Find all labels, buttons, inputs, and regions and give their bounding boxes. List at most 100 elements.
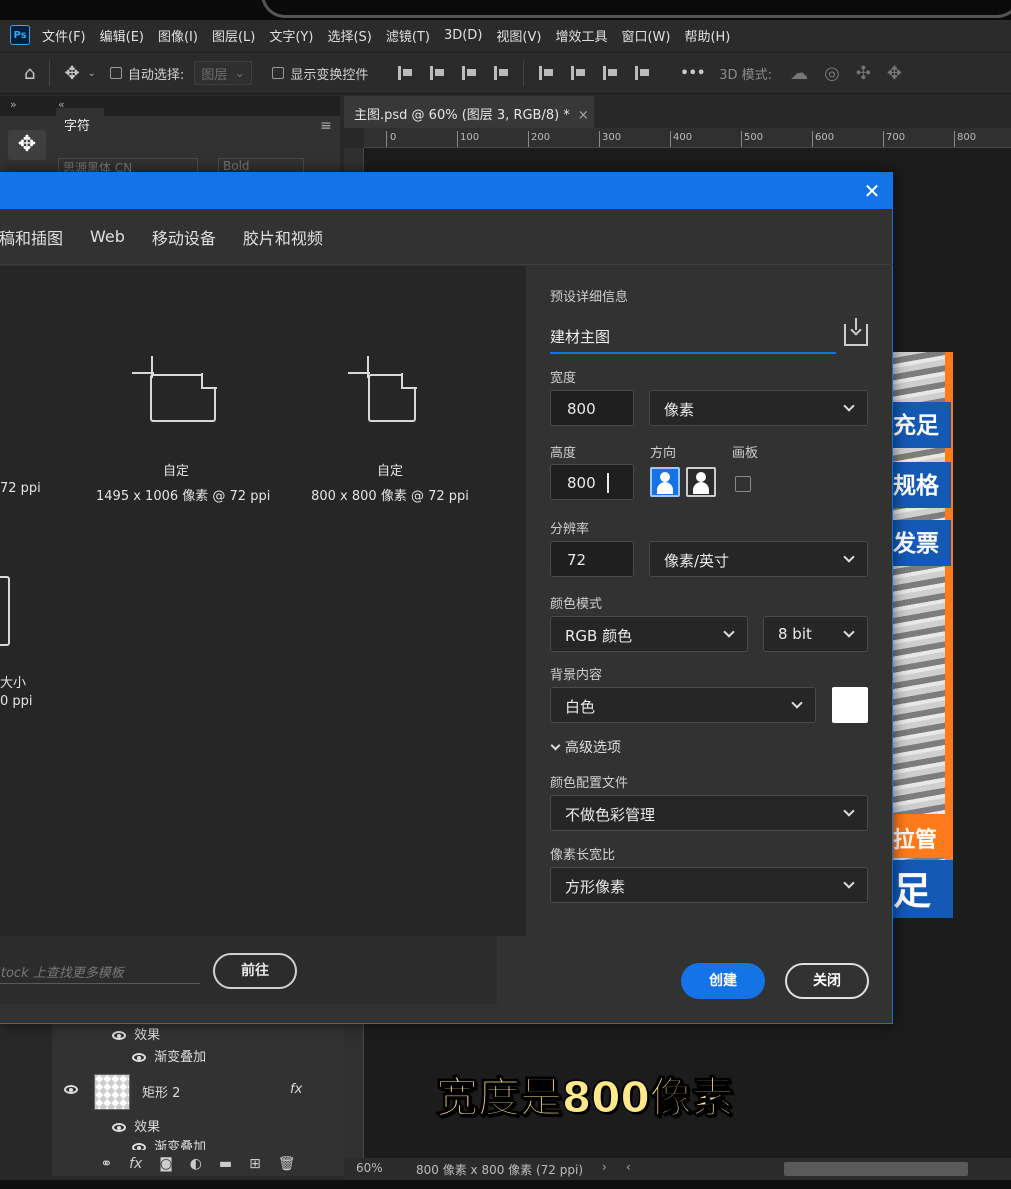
link-icon[interactable]: ⚭ <box>100 1156 112 1172</box>
layer-effects-row[interactable]: 效果 <box>112 1024 404 1043</box>
width-input[interactable]: 800 <box>550 390 634 426</box>
layer-effect-row[interactable]: 渐变叠加 <box>132 1046 424 1065</box>
tab-film-video[interactable]: 胶片和视频 <box>243 225 323 249</box>
menu-edit[interactable]: 编辑(E) <box>100 26 144 45</box>
panel-menu-icon[interactable]: ≡ <box>320 118 332 134</box>
background-color-swatch[interactable] <box>832 687 868 723</box>
menu-3d[interactable]: 3D(D) <box>444 28 482 43</box>
color-profile-label: 颜色配置文件 <box>550 776 629 791</box>
goto-button[interactable]: 前往 <box>213 953 297 989</box>
photoshop-window: Ps 文件(F) 编辑(E) 图像(I) 图层(L) 文字(Y) 选择(S) 滤… <box>0 0 1011 1189</box>
eye-icon[interactable] <box>64 1085 78 1094</box>
adjustment-icon[interactable]: ◐ <box>190 1156 202 1172</box>
align-center-h-icon[interactable] <box>430 66 445 80</box>
chevron-down-icon <box>550 740 561 751</box>
new-layer-icon[interactable]: ⊞ <box>249 1156 261 1172</box>
horizontal-scrollbar[interactable] <box>784 1162 968 1176</box>
distribute-icon[interactable] <box>494 66 509 80</box>
folder-icon[interactable]: ▬ <box>219 1156 232 1172</box>
artboard-checkbox[interactable] <box>735 476 751 492</box>
save-preset-icon[interactable] <box>844 318 868 346</box>
distribute-v-icon[interactable] <box>635 66 650 80</box>
3d-pan-icon[interactable]: ✣ <box>856 63 871 84</box>
zoom-level[interactable]: 60% <box>356 1161 383 1175</box>
preset-card[interactable]: 自定 800 x 800 像素 @ 72 ppi <box>310 356 470 504</box>
3d-orbit-icon[interactable]: ☁ <box>790 63 808 84</box>
width-unit-select[interactable]: 像素 <box>649 390 868 426</box>
preset-name-partial: 大小 <box>0 676 27 691</box>
eye-icon[interactable] <box>132 1053 146 1062</box>
stock-search-input[interactable]: 在 Adobe Stock 上查找更多模板 <box>0 956 200 984</box>
collapse-left-icon[interactable]: » <box>10 98 17 111</box>
menu-view[interactable]: 视图(V) <box>496 26 541 45</box>
align-bottom-icon[interactable] <box>603 66 618 80</box>
home-icon[interactable]: ⌂ <box>24 63 35 84</box>
banner-tag: 规格 <box>893 462 951 508</box>
tab-web[interactable]: Web <box>90 227 125 246</box>
close-button[interactable]: 关闭 <box>785 963 869 999</box>
ruler-label: 200 <box>531 132 551 143</box>
menu-image[interactable]: 图像(I) <box>158 26 198 45</box>
tab-character[interactable]: 字符 <box>56 108 104 138</box>
preset-name-input[interactable]: 建材主图 <box>550 318 836 354</box>
bit-depth-select[interactable]: 8 bit <box>763 616 868 652</box>
chevron-down-icon[interactable]: ⌄ <box>88 68 96 79</box>
pixel-aspect-select[interactable]: 方形像素 <box>550 867 868 903</box>
banner-tag: 足 <box>893 860 953 918</box>
resolution-unit-select[interactable]: 像素/英寸 <box>649 541 868 577</box>
create-button[interactable]: 创建 <box>681 963 765 999</box>
menu-layer[interactable]: 图层(L) <box>212 26 255 45</box>
preset-card[interactable]: 自定 1495 x 1006 像素 @ 72 ppi <box>96 356 270 504</box>
preset-size-partial: 72 ppi <box>0 481 41 496</box>
eye-icon[interactable] <box>112 1031 126 1040</box>
fx-icon[interactable]: fx <box>129 1156 142 1172</box>
eye-icon[interactable] <box>112 1123 126 1132</box>
menu-filter[interactable]: 滤镜(T) <box>386 26 430 45</box>
more-options-icon[interactable]: ••• <box>680 66 705 81</box>
tab-art-illustration[interactable]: 图稿和插图 <box>0 225 63 249</box>
mask-icon[interactable]: ◙ <box>159 1156 173 1172</box>
close-icon[interactable]: × <box>578 108 589 123</box>
show-transform-checkbox[interactable] <box>272 67 285 79</box>
landscape-orientation-button[interactable] <box>686 467 716 497</box>
menu-plugins[interactable]: 增效工具 <box>555 26 607 45</box>
color-profile-select[interactable]: 不做色彩管理 <box>550 795 868 831</box>
eye-icon[interactable] <box>132 1143 146 1150</box>
3d-slide-icon[interactable]: ✥ <box>887 63 902 84</box>
resolution-input[interactable]: 72 <box>550 541 634 577</box>
chevron-left-icon[interactable]: ‹ <box>626 1160 631 1174</box>
auto-select-target-dropdown[interactable]: 图层 ⌄ <box>194 61 253 85</box>
color-mode-select[interactable]: RGB 颜色 <box>550 616 748 652</box>
align-middle-v-icon[interactable] <box>571 66 586 80</box>
trash-icon[interactable]: 🗑 <box>278 1156 296 1172</box>
menu-window[interactable]: 窗口(W) <box>621 26 670 45</box>
auto-select-checkbox[interactable] <box>109 67 122 79</box>
menu-file[interactable]: 文件(F) <box>42 26 86 45</box>
new-document-dialog: ✕ 图稿和插图 Web 移动设备 胶片和视频 72 ppi 自定 1495 x … <box>0 172 893 1024</box>
background-value: 白色 <box>565 698 596 716</box>
layer-effects-row[interactable]: 效果 <box>112 1116 404 1135</box>
tab-mobile[interactable]: 移动设备 <box>152 225 216 249</box>
align-left-icon[interactable] <box>398 66 413 80</box>
color-mode-value: RGB 颜色 <box>565 627 633 645</box>
background-select[interactable]: 白色 <box>550 687 816 723</box>
move-tool-icon[interactable]: ✥ <box>8 130 46 160</box>
menu-select[interactable]: 选择(S) <box>327 26 371 45</box>
close-icon[interactable]: ✕ <box>859 178 885 204</box>
advanced-options-toggle[interactable]: 高级选项 <box>550 737 621 757</box>
3d-roll-icon[interactable]: ◎ <box>824 63 840 84</box>
portrait-orientation-button[interactable] <box>650 467 680 497</box>
chevron-right-icon[interactable]: › <box>602 1160 607 1174</box>
move-tool-icon[interactable]: ✥ <box>64 63 79 84</box>
fx-icon[interactable]: fx <box>290 1082 302 1097</box>
align-right-icon[interactable] <box>462 66 477 80</box>
layer-name[interactable]: 矩形 2 <box>142 1082 180 1101</box>
align-top-icon[interactable] <box>539 66 554 80</box>
layer-effect-row[interactable]: 渐变叠加 <box>132 1136 424 1150</box>
menu-help[interactable]: 帮助(H) <box>684 26 730 45</box>
menu-type[interactable]: 文字(Y) <box>269 26 313 45</box>
bottom-bezel <box>0 1180 1011 1189</box>
photoshop-logo-icon[interactable]: Ps <box>10 25 30 45</box>
height-input[interactable]: 800 <box>550 464 634 500</box>
document-tab[interactable]: 主图.psd @ 60% (图层 3, RGB/8) * × <box>344 96 594 128</box>
